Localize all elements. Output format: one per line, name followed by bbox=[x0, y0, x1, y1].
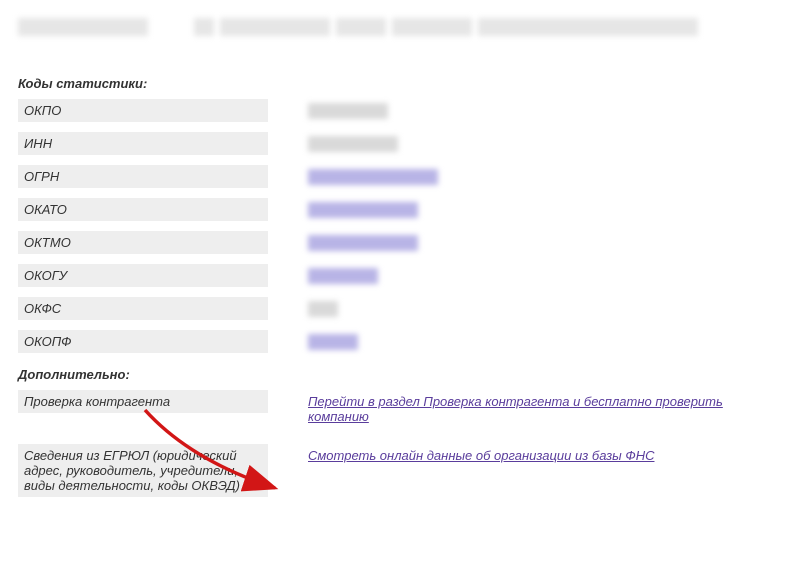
stat-value bbox=[268, 165, 782, 192]
stat-value bbox=[268, 264, 782, 291]
egrul-data-link[interactable]: Смотреть онлайн данные об организации из… bbox=[308, 448, 654, 463]
stat-row: ИНН bbox=[18, 132, 782, 159]
additional-row: Сведения из ЕГРЮЛ (юридический адрес, ру… bbox=[18, 444, 782, 497]
blurred-value bbox=[308, 301, 338, 317]
stat-value bbox=[268, 99, 782, 126]
stat-label: ОГРН bbox=[18, 165, 268, 188]
stat-label: ОКПО bbox=[18, 99, 268, 122]
additional-value: Смотреть онлайн данные об организации из… bbox=[268, 444, 782, 467]
stat-row: ОКТМО bbox=[18, 231, 782, 258]
counterparty-check-link[interactable]: Перейти в раздел Проверка контрагента и … bbox=[308, 394, 723, 424]
stat-label: ОКАТО bbox=[18, 198, 268, 221]
stat-value bbox=[268, 198, 782, 225]
additional-value: Перейти в раздел Проверка контрагента и … bbox=[268, 390, 782, 428]
stat-row: ОКОПФ bbox=[18, 330, 782, 357]
stat-value bbox=[268, 132, 782, 159]
additional-label: Проверка контрагента bbox=[18, 390, 268, 413]
additional-label: Сведения из ЕГРЮЛ (юридический адрес, ру… bbox=[18, 444, 268, 497]
stat-label: ОКОПФ bbox=[18, 330, 268, 353]
statistics-heading: Коды статистики: bbox=[18, 76, 782, 91]
blurred-value bbox=[308, 103, 388, 119]
additional-heading: Дополнительно: bbox=[18, 367, 782, 382]
stat-label: ОКТМО bbox=[18, 231, 268, 254]
stat-value bbox=[268, 330, 782, 357]
stat-value bbox=[268, 231, 782, 258]
additional-row: Проверка контрагента Перейти в раздел Про… bbox=[18, 390, 782, 428]
blurred-value bbox=[308, 268, 378, 284]
blurred-value bbox=[308, 136, 398, 152]
stat-row: ОКПО bbox=[18, 99, 782, 126]
stat-row: ОКФС bbox=[18, 297, 782, 324]
stat-row: ОКАТО bbox=[18, 198, 782, 225]
top-blurred-header bbox=[18, 18, 782, 36]
stat-label: ИНН bbox=[18, 132, 268, 155]
stat-row: ОГРН bbox=[18, 165, 782, 192]
stat-label: ОКОГУ bbox=[18, 264, 268, 287]
stat-value bbox=[268, 297, 782, 324]
stat-label: ОКФС bbox=[18, 297, 268, 320]
blurred-value bbox=[308, 202, 418, 218]
stat-row: ОКОГУ bbox=[18, 264, 782, 291]
blurred-value bbox=[308, 235, 418, 251]
blurred-value bbox=[308, 334, 358, 350]
blurred-value bbox=[308, 169, 438, 185]
